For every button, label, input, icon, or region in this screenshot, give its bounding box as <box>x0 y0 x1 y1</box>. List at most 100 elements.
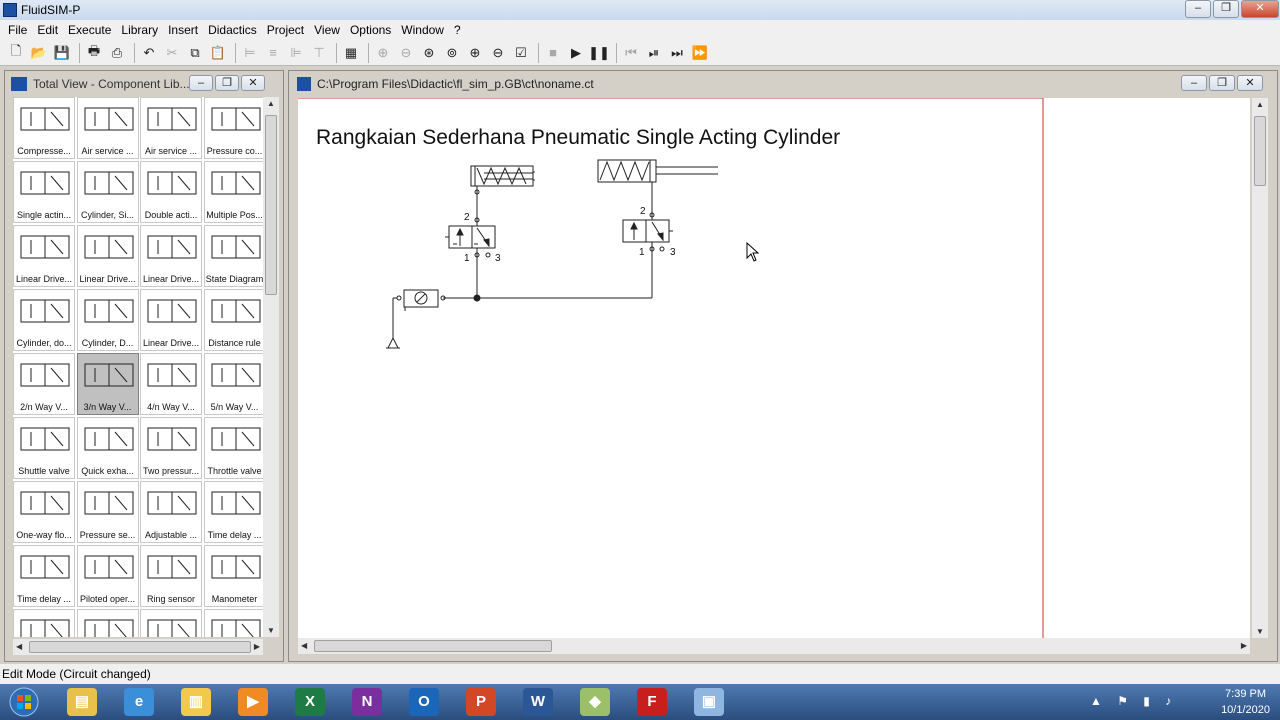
step-icon[interactable]: ⏭ <box>667 43 687 63</box>
zoom-window-icon[interactable]: ⊛ <box>419 43 439 63</box>
library-horizontal-scrollbar[interactable]: ◀ ▶ <box>13 639 263 655</box>
library-item-multiple-position-cylinder[interactable]: Multiple Pos... <box>203 161 263 223</box>
new-file-icon[interactable]: 🗋 <box>6 43 26 63</box>
taskbar-app-file-explorer[interactable]: ▥ <box>170 686 222 718</box>
library-item-valve-2n[interactable]: 2/n Way V... <box>13 353 75 415</box>
scroll-down-icon[interactable]: ▼ <box>1256 627 1264 636</box>
scroll-right-icon[interactable]: ▶ <box>254 642 260 651</box>
library-minimize-button[interactable]: – <box>189 75 213 91</box>
library-item-throttle-valve[interactable]: Throttle valve <box>203 417 263 479</box>
align-top-icon[interactable]: ⊤ <box>309 43 329 63</box>
library-item-cylinder-double[interactable]: Cylinder, do... <box>13 289 75 351</box>
reset-icon[interactable]: ⏮ <box>621 43 641 63</box>
scroll-right-icon[interactable]: ▶ <box>1241 641 1247 650</box>
library-item-manometer[interactable]: Manometer <box>203 545 263 607</box>
library-item-pressure-sequence-valve[interactable]: Pressure se... <box>76 481 139 543</box>
library-close-button[interactable]: ✕ <box>241 75 265 91</box>
menu-window[interactable]: Window <box>396 23 449 37</box>
scroll-up-icon[interactable]: ▲ <box>1256 100 1264 109</box>
taskbar-app-outlook[interactable]: O <box>398 686 450 718</box>
circuit-vertical-scrollbar[interactable]: ▲ ▼ <box>1252 98 1268 638</box>
taskbar-app-onenote[interactable]: N <box>341 686 393 718</box>
library-item-partial-3[interactable] <box>140 609 202 637</box>
menu-library[interactable]: Library <box>116 23 163 37</box>
paste-icon[interactable]: 📋 <box>208 43 228 63</box>
scroll-left-icon[interactable]: ◀ <box>16 642 22 651</box>
library-item-linear-drive-2[interactable]: Linear Drive... <box>76 225 139 287</box>
library-item-state-diagram[interactable]: State Diagram <box>203 225 263 287</box>
align-center-icon[interactable]: ≡ <box>263 43 283 63</box>
menu-didactics[interactable]: Didactics <box>203 23 262 37</box>
library-item-linear-drive-4[interactable]: Linear Drive... <box>140 289 202 351</box>
pause-icon[interactable]: ❚❚ <box>588 43 610 63</box>
library-item-pressure-control[interactable]: Pressure co... <box>203 97 263 159</box>
library-maximize-button[interactable]: ❐ <box>215 75 239 91</box>
circuit-minimize-button[interactable]: – <box>1181 75 1207 91</box>
scroll-thumb[interactable] <box>265 115 277 295</box>
zoom-out-icon[interactable]: ⊖ <box>488 43 508 63</box>
taskbar-app-ie[interactable]: e <box>113 686 165 718</box>
library-vertical-scrollbar[interactable]: ▲ ▼ <box>263 97 279 637</box>
library-item-time-delay-valve[interactable]: Time delay ... <box>203 481 263 543</box>
taskbar-app-remote-desktop[interactable]: ▣ <box>683 686 735 718</box>
library-item-quick-exhaust-valve[interactable]: Quick exha... <box>76 417 139 479</box>
menu-edit[interactable]: Edit <box>32 23 63 37</box>
library-item-two-pressure-valve[interactable]: Two pressur... <box>140 417 202 479</box>
taskbar-app-maps[interactable]: ◆ <box>569 686 621 718</box>
library-item-partial-1[interactable] <box>13 609 75 637</box>
fast-forward-icon[interactable]: ⏩ <box>690 43 710 63</box>
print-preview-icon[interactable]: 🖶 <box>84 43 104 63</box>
align-left-icon[interactable]: ⊨ <box>240 43 260 63</box>
align-right-icon[interactable]: ⊫ <box>286 43 306 63</box>
library-item-adjustable-valve[interactable]: Adjustable ... <box>140 481 202 543</box>
taskbar-app-word[interactable]: W <box>512 686 564 718</box>
play-icon[interactable]: ▶ <box>566 43 586 63</box>
zoom-prev-icon[interactable]: ⊖ <box>396 43 416 63</box>
menu-execute[interactable]: Execute <box>63 23 116 37</box>
menu-insert[interactable]: Insert <box>163 23 203 37</box>
scroll-thumb[interactable] <box>29 641 251 653</box>
library-item-double-acting-cylinder[interactable]: Double acti... <box>140 161 202 223</box>
scroll-thumb[interactable] <box>1254 116 1266 186</box>
menu-file[interactable]: File <box>3 23 32 37</box>
copy-icon[interactable]: ⧉ <box>185 43 205 63</box>
scroll-down-icon[interactable]: ▼ <box>267 626 275 635</box>
zoom-fit-icon[interactable]: ⊕ <box>373 43 393 63</box>
menu-project[interactable]: Project <box>262 23 309 37</box>
circuit-maximize-button[interactable]: ❐ <box>1209 75 1235 91</box>
library-item-air-service-unit-detailed[interactable]: Air service ... <box>140 97 202 159</box>
library-item-linear-drive-3[interactable]: Linear Drive... <box>140 225 202 287</box>
grid-icon[interactable]: ▦ <box>341 43 361 63</box>
menu-view[interactable]: View <box>309 23 345 37</box>
check-icon[interactable]: ☑ <box>511 43 531 63</box>
library-item-ring-sensor[interactable]: Ring sensor <box>140 545 202 607</box>
taskbar-app-media-player[interactable]: ▶ <box>227 686 279 718</box>
zoom-all-icon[interactable]: ⊚ <box>442 43 462 63</box>
save-icon[interactable]: 💾 <box>52 43 72 63</box>
scroll-left-icon[interactable]: ◀ <box>301 641 307 650</box>
library-item-compressor[interactable]: Compresse... <box>13 97 75 159</box>
start-button[interactable] <box>4 686 44 718</box>
circuit-close-button[interactable]: ✕ <box>1237 75 1263 91</box>
menu-options[interactable]: Options <box>345 23 396 37</box>
clock[interactable]: 7:39 PM 10/1/2020 <box>1221 686 1270 718</box>
library-item-distance-rule[interactable]: Distance rule <box>203 289 263 351</box>
library-item-shuttle-valve[interactable]: Shuttle valve <box>13 417 75 479</box>
undo-icon[interactable]: ↶ <box>139 43 159 63</box>
scroll-up-icon[interactable]: ▲ <box>267 99 275 108</box>
menu-help[interactable]: ? <box>449 23 466 37</box>
circuit-canvas[interactable]: Rangkaian Sederhana Pneumatic Single Act… <box>298 98 1250 638</box>
scroll-thumb[interactable] <box>314 640 552 652</box>
maximize-button[interactable]: ❐ <box>1213 0 1239 18</box>
library-item-valve-5n[interactable]: 5/n Way V... <box>203 353 263 415</box>
close-button[interactable]: ✕ <box>1241 0 1279 18</box>
library-item-partial-4[interactable] <box>203 609 263 637</box>
open-folder-icon[interactable]: 📂 <box>29 43 49 63</box>
circuit-horizontal-scrollbar[interactable]: ◀ ▶ <box>298 638 1250 654</box>
library-item-linear-drive[interactable]: Linear Drive... <box>13 225 75 287</box>
library-item-cylinder-single[interactable]: Cylinder, Si... <box>76 161 139 223</box>
library-item-valve-4n[interactable]: 4/n Way V... <box>140 353 202 415</box>
stop-icon[interactable]: ■ <box>543 43 563 63</box>
print-icon[interactable]: ⎙ <box>107 43 127 63</box>
taskbar-app-fluidsim[interactable]: F <box>626 686 678 718</box>
